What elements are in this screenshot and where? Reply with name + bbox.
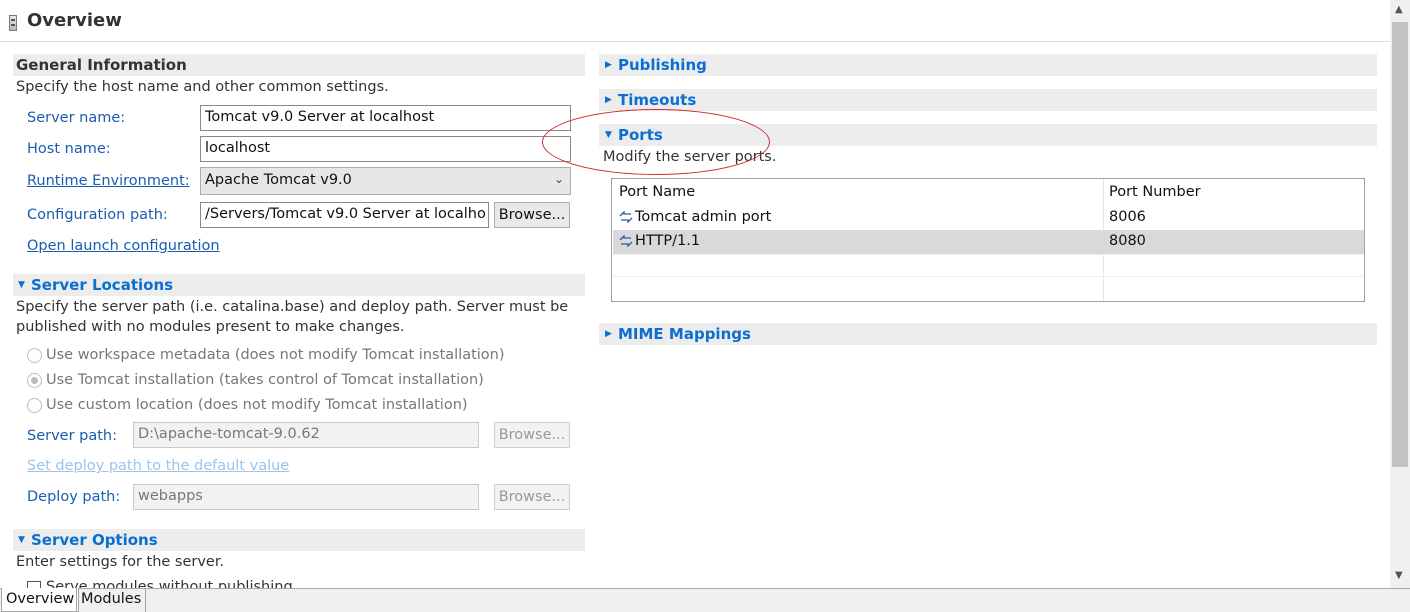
scrollbar-thumb[interactable] — [1392, 22, 1408, 467]
serve-modules-label: Serve modules without publishing — [46, 579, 293, 588]
port-number-header[interactable]: Port Number — [1109, 184, 1201, 200]
publishing-section-header[interactable] — [599, 54, 1377, 76]
port-name-header[interactable]: Port Name — [619, 184, 695, 200]
server-path-input[interactable]: D:\apache-tomcat-9.0.62 — [133, 422, 479, 448]
port-icon — [619, 211, 633, 223]
table-row[interactable]: HTTP/1.1 8080 — [613, 230, 1364, 254]
server-editor-icon — [9, 15, 17, 31]
deploy-path-input[interactable]: webapps — [133, 484, 479, 510]
deploy-path-label: Deploy path: — [27, 489, 121, 505]
server-name-label: Server name: — [27, 110, 126, 126]
locations-description-line1: Specify the server path (i.e. catalina.b… — [16, 299, 569, 315]
locations-section-title[interactable]: Server Locations — [31, 274, 173, 296]
server-path-browse-button[interactable]: Browse... — [494, 422, 570, 448]
server-name-input[interactable]: Tomcat v9.0 Server at localhost — [200, 105, 571, 131]
general-section-title: General Information — [16, 56, 187, 74]
empty-table-row — [613, 254, 1364, 278]
custom-location-radio[interactable] — [27, 398, 42, 413]
port-number-cell[interactable]: 8080 — [1109, 233, 1146, 249]
general-description: Specify the host name and other common s… — [16, 79, 389, 95]
tab-modules[interactable]: Modules — [76, 588, 147, 612]
deploy-path-browse-button[interactable]: Browse... — [494, 484, 570, 510]
table-row[interactable]: Tomcat admin port 8006 — [613, 206, 1364, 230]
timeouts-section-header[interactable] — [599, 89, 1377, 111]
tab-overview[interactable]: Overview — [1, 588, 80, 612]
collapsed-triangle-icon: ▶ — [605, 329, 612, 339]
workspace-metadata-label: Use workspace metadata (does not modify … — [46, 347, 505, 363]
runtime-environment-value: Apache Tomcat v9.0 — [205, 172, 352, 188]
tomcat-installation-radio[interactable] — [27, 373, 42, 388]
workspace-metadata-radio[interactable] — [27, 348, 42, 363]
expanded-triangle-icon: ▼ — [18, 535, 25, 545]
collapsed-triangle-icon: ▶ — [605, 60, 612, 70]
collapsed-triangle-icon: ▶ — [605, 95, 612, 105]
set-default-deploy-path-link[interactable]: Set deploy path to the default value — [27, 458, 289, 474]
mime-section-title[interactable]: MIME Mappings — [618, 323, 751, 345]
runtime-environment-select[interactable]: Apache Tomcat v9.0 ⌄ — [200, 167, 571, 195]
port-name-cell: Tomcat admin port — [635, 209, 772, 225]
serve-modules-checkbox[interactable] — [27, 581, 41, 588]
host-name-input[interactable]: localhost — [200, 136, 571, 162]
ports-table[interactable]: Port Name Port Number Tomcat admin port … — [611, 178, 1365, 302]
configuration-path-input[interactable]: /Servers/Tomcat v9.0 Server at localho — [200, 202, 489, 228]
scroll-down-icon[interactable]: ▼ — [1395, 570, 1403, 581]
expanded-triangle-icon: ▼ — [18, 280, 25, 290]
editor-tab-bar — [0, 588, 1410, 612]
page-title: Overview — [27, 10, 122, 31]
publishing-section-title[interactable]: Publishing — [618, 54, 707, 76]
server-path-label: Server path: — [27, 428, 118, 444]
open-launch-configuration-link[interactable]: Open launch configuration — [27, 238, 220, 254]
timeouts-section-title[interactable]: Timeouts — [618, 89, 696, 111]
options-section-title[interactable]: Server Options — [31, 529, 158, 551]
host-name-label: Host name: — [27, 141, 111, 157]
editor-header — [0, 0, 1390, 42]
runtime-environment-link[interactable]: Runtime Environment: — [27, 173, 190, 189]
chevron-down-icon: ⌄ — [553, 172, 564, 186]
configuration-path-label: Configuration path: — [27, 207, 168, 223]
annotation-ellipse — [542, 109, 770, 175]
custom-location-label: Use custom location (does not modify Tom… — [46, 397, 468, 413]
scroll-up-icon[interactable]: ▲ — [1395, 4, 1403, 15]
configuration-browse-button[interactable]: Browse... — [494, 202, 570, 228]
locations-description-line2: published with no modules present to mak… — [16, 319, 405, 335]
port-name-cell: HTTP/1.1 — [635, 233, 701, 249]
port-number-cell[interactable]: 8006 — [1109, 209, 1146, 225]
port-icon — [619, 235, 633, 247]
options-clipped-area: Serve modules without publishing — [0, 576, 590, 588]
empty-table-row — [613, 276, 1364, 300]
options-description: Enter settings for the server. — [16, 554, 225, 570]
tomcat-installation-label: Use Tomcat installation (takes control o… — [46, 372, 484, 388]
